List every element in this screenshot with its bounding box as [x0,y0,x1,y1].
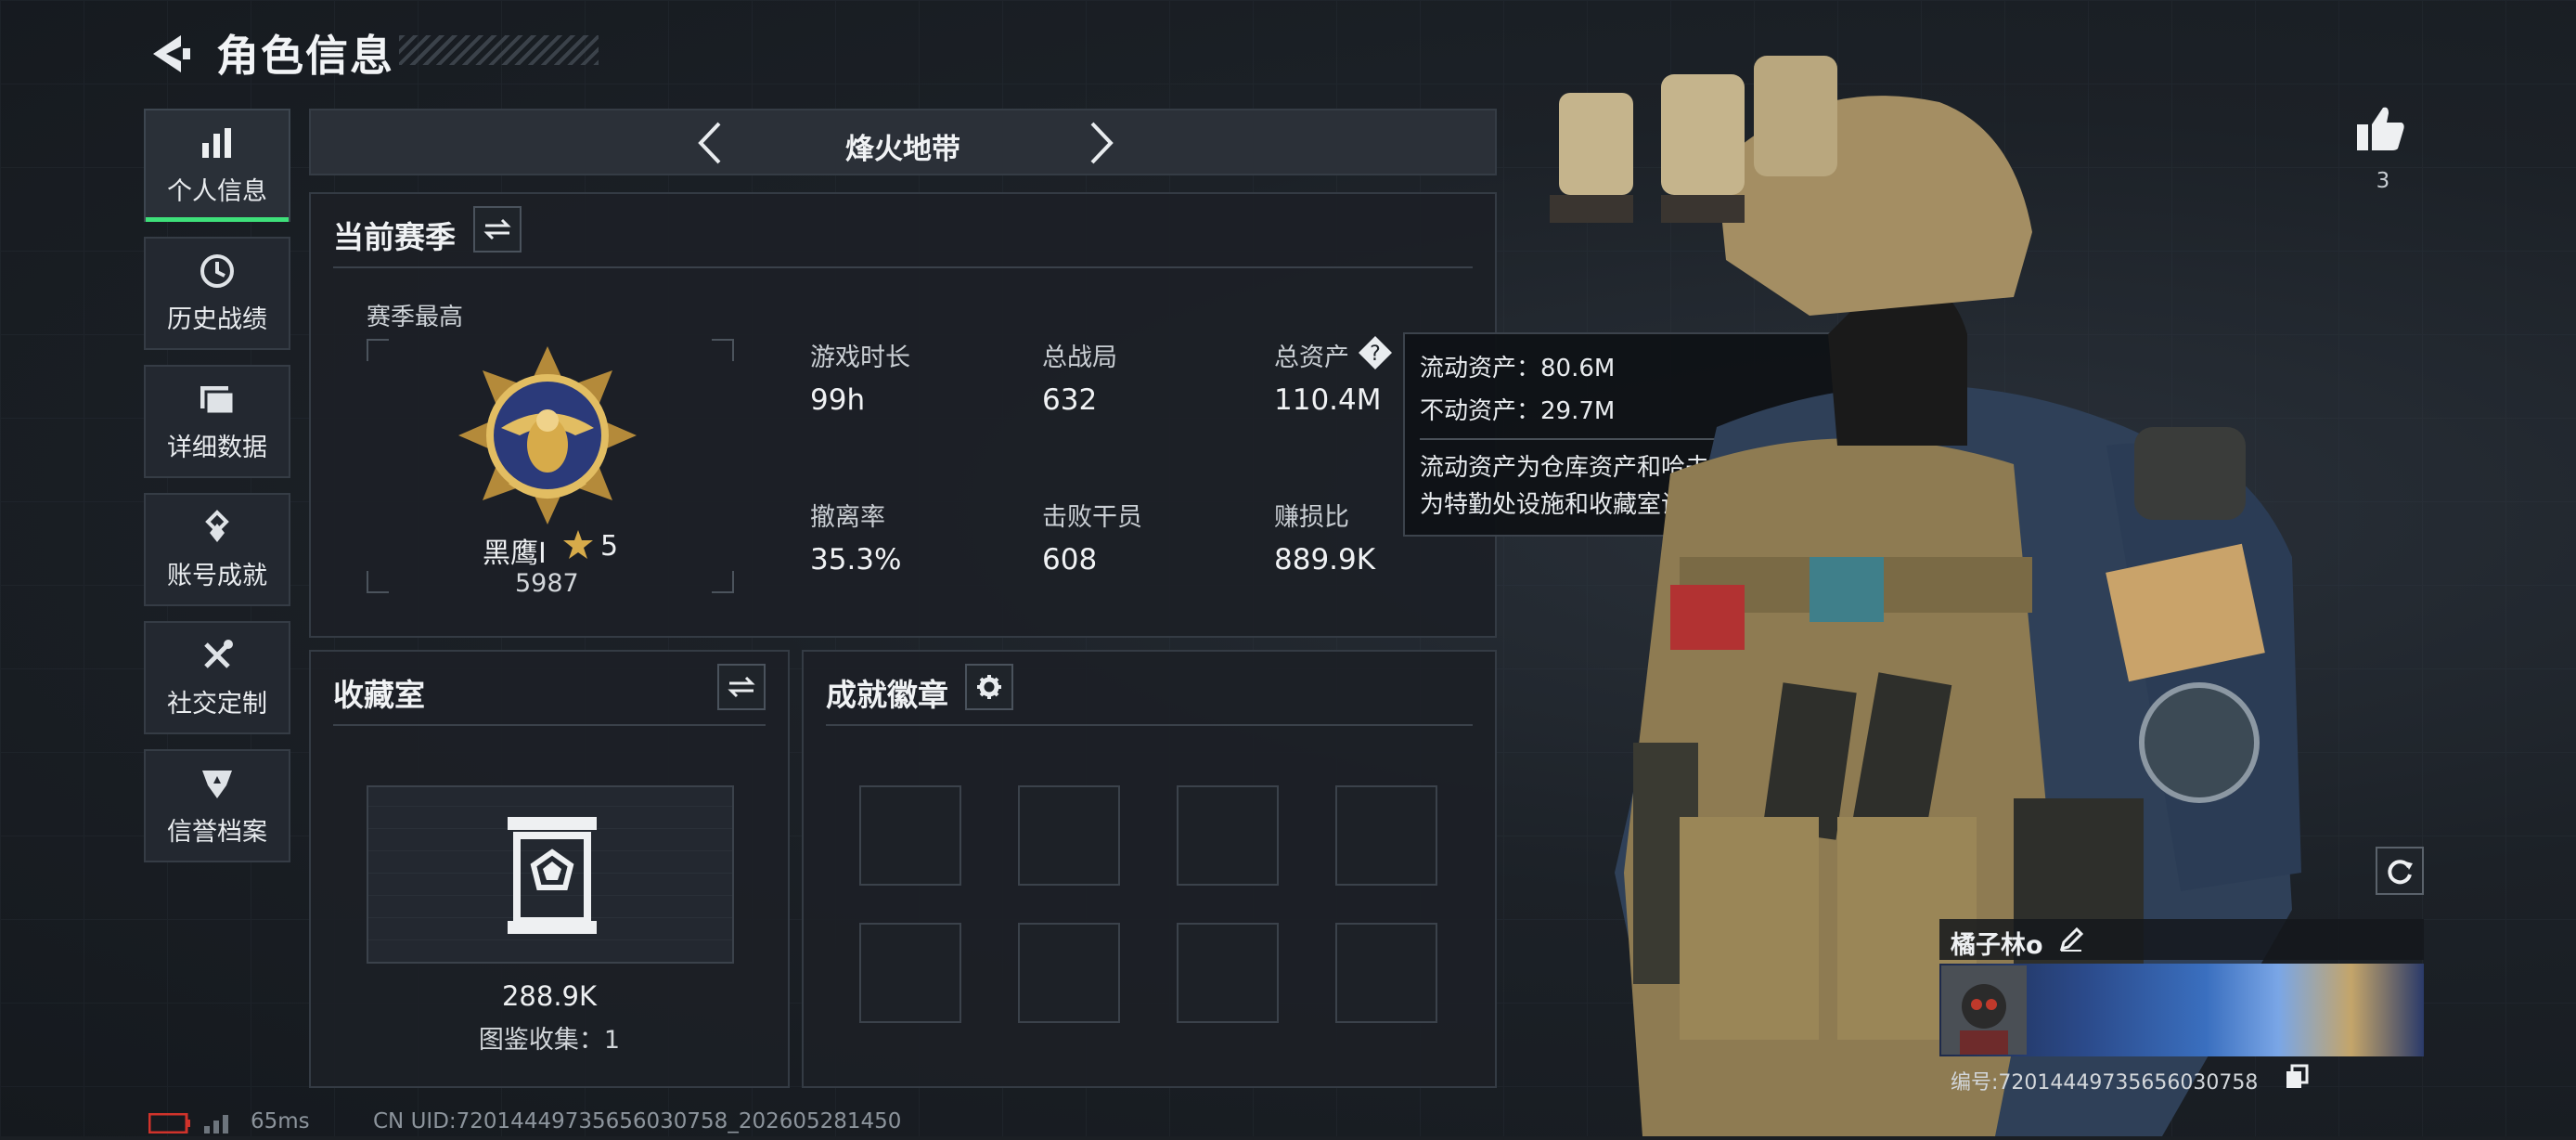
stat-label: 撤离率 [810,503,885,532]
avatar[interactable] [1941,965,2027,1055]
sidebar-item-label: 个人信息 [167,176,267,206]
display-case-icon [508,817,597,934]
tools-icon [204,639,233,668]
frame-corner [712,339,734,361]
player-nickname: 橘子林o [1951,931,2043,960]
collection-value: 288.9K [501,980,598,1012]
back-button[interactable] [144,28,200,80]
like-count: 3 [2376,169,2390,193]
stat-value: 110.4M [1274,383,1382,417]
section-divider [333,724,766,726]
collection-room-preview[interactable] [367,785,734,964]
stat-value: 889.9K [1274,543,1376,576]
stat-label: 总战局 [1042,343,1117,372]
mode-name: 烽火地带 [845,133,960,166]
badge-slot[interactable] [1018,923,1120,1023]
pencil-icon [2059,926,2084,952]
stat-label: 总资产 [1274,343,1349,372]
bar-chart-icon [202,127,231,158]
badge-slot[interactable] [1335,785,1437,886]
collection-title: 收藏室 [333,677,425,713]
badge-slot[interactable] [1177,923,1279,1023]
client-uid-line: CN UID:72014449735656030758_202605281450 [373,1109,902,1134]
sidebar-item-achievements[interactable]: 账号成就 [144,493,290,606]
sidebar-item-credit[interactable]: 信誉档案 [144,749,290,862]
season-switch-button[interactable] [473,206,522,253]
signal-icon [202,1111,236,1137]
chevron-right-icon [1090,122,1114,164]
like-button[interactable] [2355,104,2405,156]
rotate-model-button[interactable] [2376,847,2424,895]
frame-corner [367,571,389,593]
rank-score: 5987 [515,569,579,598]
edit-name-button[interactable] [2058,926,2084,956]
mode-selector: 烽火地带 [309,109,1497,175]
collection-panel: 收藏室 288.9K 图鉴收集：1 [309,650,790,1088]
season-best-label: 赛季最高 [367,304,464,331]
folder-icon [200,385,236,415]
active-indicator [146,217,289,222]
badge-title: 成就徽章 [826,677,948,713]
season-panel: 当前赛季 赛季最高 黑鹰I 5 5987 游戏时长 99h 总战局 632 总资… [309,192,1497,638]
copy-icon [2286,1064,2309,1088]
stat-label: 赚损比 [1274,503,1349,532]
achievement-icon [205,509,229,542]
battery-icon [148,1112,191,1137]
sidebar-item-label: 信誉档案 [167,817,267,847]
rank-name: 黑鹰I [483,538,547,570]
stat-label: 击败干员 [1042,503,1142,532]
credit-icon [202,770,232,798]
badge-slot[interactable] [1335,923,1437,1023]
sidebar-item-label: 社交定制 [167,689,267,719]
rank-emblem [455,343,640,532]
badge-slot[interactable] [1018,785,1120,886]
swap-icon [728,676,755,698]
stat-value: 99h [810,383,866,417]
clock-icon [200,253,234,288]
thumbs-up-icon [2357,107,2404,150]
frame-corner [712,571,734,593]
section-divider [333,266,1473,268]
player-uid: 编号:72014449735656030758 [1951,1071,2259,1095]
badge-slot[interactable] [859,785,961,886]
copy-uid-button[interactable] [2285,1064,2309,1094]
stat-value: 608 [1042,543,1098,576]
section-divider [826,724,1473,726]
badge-slot[interactable] [859,923,961,1023]
sidebar-item-label: 详细数据 [167,433,267,462]
gear-icon [977,675,1001,699]
badge-settings-button[interactable] [965,664,1013,710]
refresh-icon [2388,860,2413,885]
season-title: 当前赛季 [333,219,456,255]
player-banner[interactable] [1939,964,2424,1056]
help-icon[interactable]: ? [1358,335,1393,370]
sidebar-item-history[interactable]: 历史战绩 [144,237,290,350]
stat-label: 游戏时长 [810,343,910,372]
collection-switch-button[interactable] [717,664,766,710]
frame-corner [367,339,389,361]
badge-panel: 成就徽章 [802,650,1497,1088]
stat-value: 632 [1042,383,1098,417]
nickname-bar: 橘子林o [1939,919,2424,960]
svg-text:?: ? [1370,343,1381,366]
badge-slot[interactable] [1177,785,1279,886]
ping-value: 65ms [251,1109,310,1134]
sidebar-item-personal-info[interactable]: 个人信息 [144,109,290,222]
title-decoration [399,35,599,65]
sidebar-item-label: 账号成就 [167,561,267,590]
rank-stars: 5 [600,530,619,563]
sidebar-item-social[interactable]: 社交定制 [144,621,290,734]
back-arrow-icon [153,35,190,72]
sidebar-item-detailed-data[interactable]: 详细数据 [144,365,290,478]
swap-icon [483,218,511,240]
collection-count: 图鉴收集：1 [478,1026,621,1055]
sidebar-item-label: 历史战绩 [167,304,267,334]
rank-star-icon [561,528,595,565]
mode-next-button[interactable] [1083,120,1120,170]
stat-value: 35.3% [810,543,902,576]
page-title: 角色信息 [216,31,394,81]
